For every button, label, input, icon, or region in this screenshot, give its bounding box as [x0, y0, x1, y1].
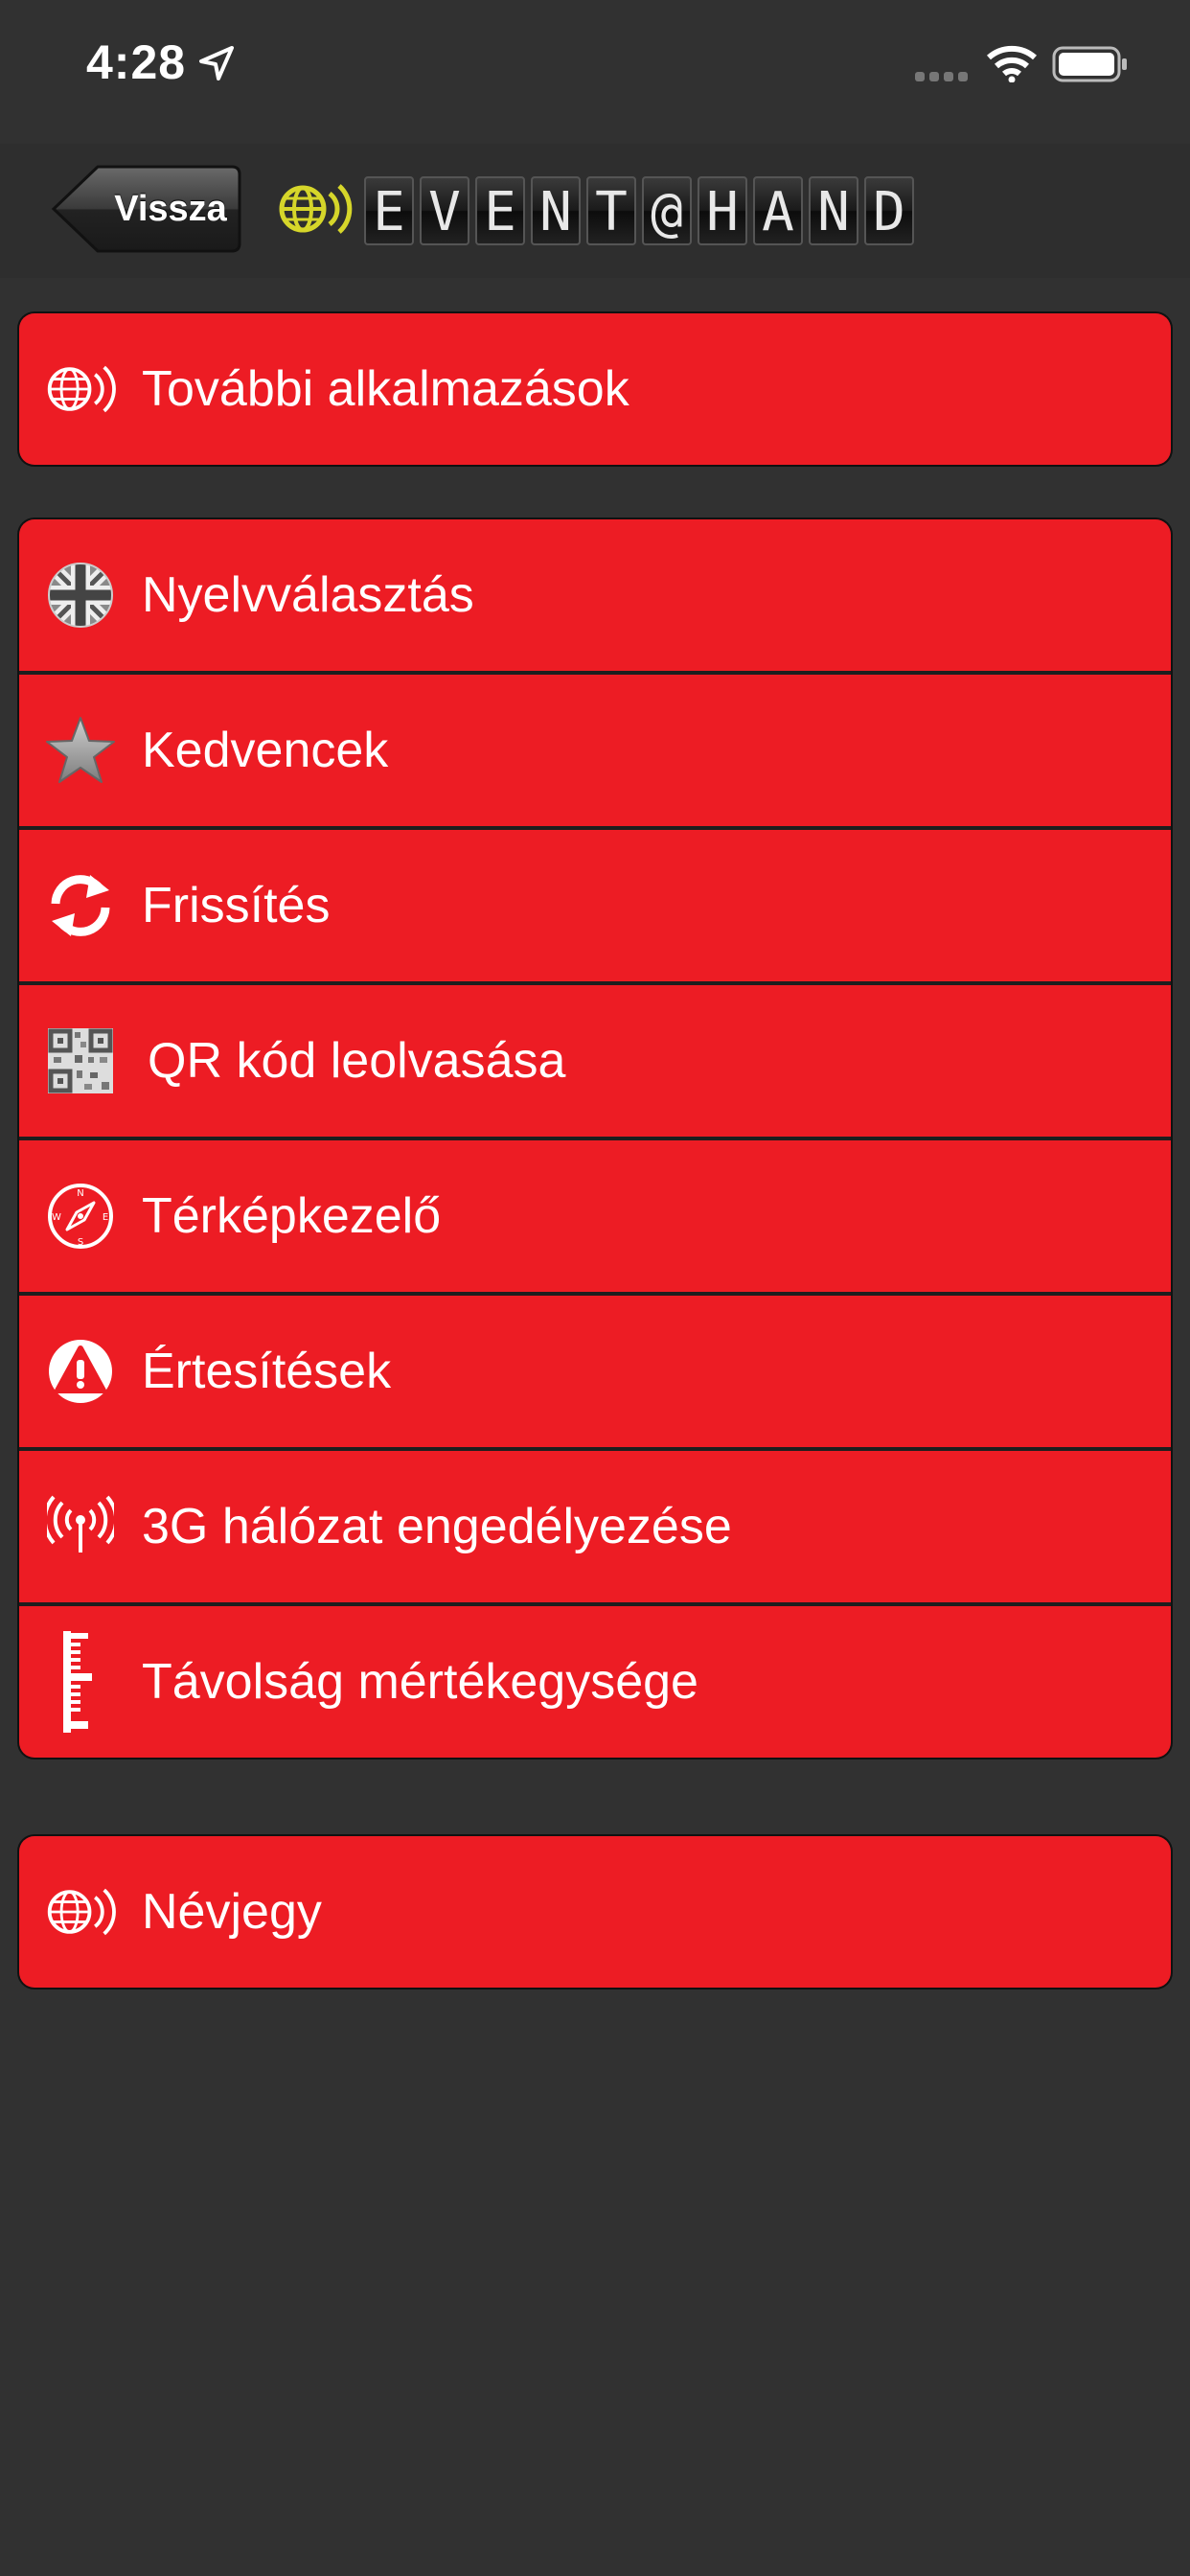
menu-item-more-apps[interactable]: További alkalmazások: [19, 313, 1171, 465]
compass-icon: N S W E: [42, 1178, 119, 1254]
svg-text:W: W: [52, 1212, 61, 1223]
menu-item-label: Névjegy: [142, 1884, 322, 1940]
event-at-hand-logo: E V E N T @ H A N D: [276, 172, 920, 249]
menu-item-label: Kedvencek: [142, 723, 389, 778]
logo-tile: D: [864, 176, 914, 245]
logo-tile: E: [475, 176, 525, 245]
menu-item-label: 3G hálózat engedélyezése: [142, 1499, 732, 1554]
status-time: 4:28: [86, 35, 187, 89]
globe-signal-icon: [42, 1874, 119, 1950]
warning-icon: [42, 1333, 119, 1410]
menu-item-refresh[interactable]: Frissítés: [19, 826, 1171, 981]
menu-item-qr-scan[interactable]: QR kód leolvasása: [19, 981, 1171, 1137]
menu-item-distance-unit[interactable]: Távolság mértékegysége: [19, 1602, 1171, 1758]
battery-icon: [1052, 46, 1129, 87]
menu-item-language[interactable]: Nyelvválasztás: [19, 519, 1171, 671]
group-more-apps: További alkalmazások: [17, 311, 1173, 467]
location-arrow-icon: [197, 44, 236, 87]
menu-item-label: További alkalmazások: [142, 361, 629, 417]
menu-item-about[interactable]: Névjegy: [19, 1836, 1171, 1988]
svg-text:S: S: [78, 1237, 83, 1248]
svg-text:E: E: [103, 1212, 108, 1223]
menu-item-notifications[interactable]: Értesítések: [19, 1292, 1171, 1447]
back-button[interactable]: Vissza: [50, 165, 241, 253]
logo-tile: V: [420, 176, 469, 245]
logo-tile: N: [531, 176, 581, 245]
menu-item-favorites[interactable]: Kedvencek: [19, 671, 1171, 826]
refresh-icon: [42, 867, 119, 944]
group-settings: Nyelvválasztás Kedvencek Frissítés QR kó…: [17, 518, 1173, 1760]
menu-item-label: Nyelvválasztás: [142, 567, 474, 623]
menu-item-label: Távolság mértékegysége: [142, 1654, 698, 1710]
star-icon: [42, 712, 119, 789]
menu-item-map-manager[interactable]: N S W E Térképkezelő: [19, 1137, 1171, 1292]
ruler-icon: [42, 1631, 119, 1733]
uk-flag-icon: [42, 557, 119, 633]
logo-tile: N: [809, 176, 858, 245]
antenna-icon: [42, 1488, 119, 1565]
back-button-label: Vissza: [114, 189, 227, 229]
logo-tile: H: [698, 176, 747, 245]
globe-signal-icon: [276, 171, 353, 252]
logo-tile: A: [753, 176, 803, 245]
menu-item-label: QR kód leolvasása: [148, 1033, 566, 1089]
menu-item-label: Frissítés: [142, 878, 331, 933]
logo-tile: E: [364, 176, 414, 245]
logo-tile: T: [586, 176, 636, 245]
wifi-icon: [987, 44, 1037, 87]
logo-wordmark: E V E N T @ H A N D: [364, 176, 920, 245]
globe-signal-icon: [42, 351, 119, 427]
qr-code-icon: [42, 1023, 119, 1099]
menu-item-label: Értesítések: [142, 1344, 392, 1399]
svg-text:N: N: [77, 1188, 83, 1199]
logo-tile: @: [642, 176, 692, 245]
cellular-signal-icon: [915, 69, 973, 87]
menu-item-3g-network[interactable]: 3G hálózat engedélyezése: [19, 1447, 1171, 1602]
group-about: Névjegy: [17, 1834, 1173, 1990]
menu-item-label: Térképkezelő: [142, 1188, 442, 1244]
status-bar: 4:28: [0, 0, 1190, 125]
